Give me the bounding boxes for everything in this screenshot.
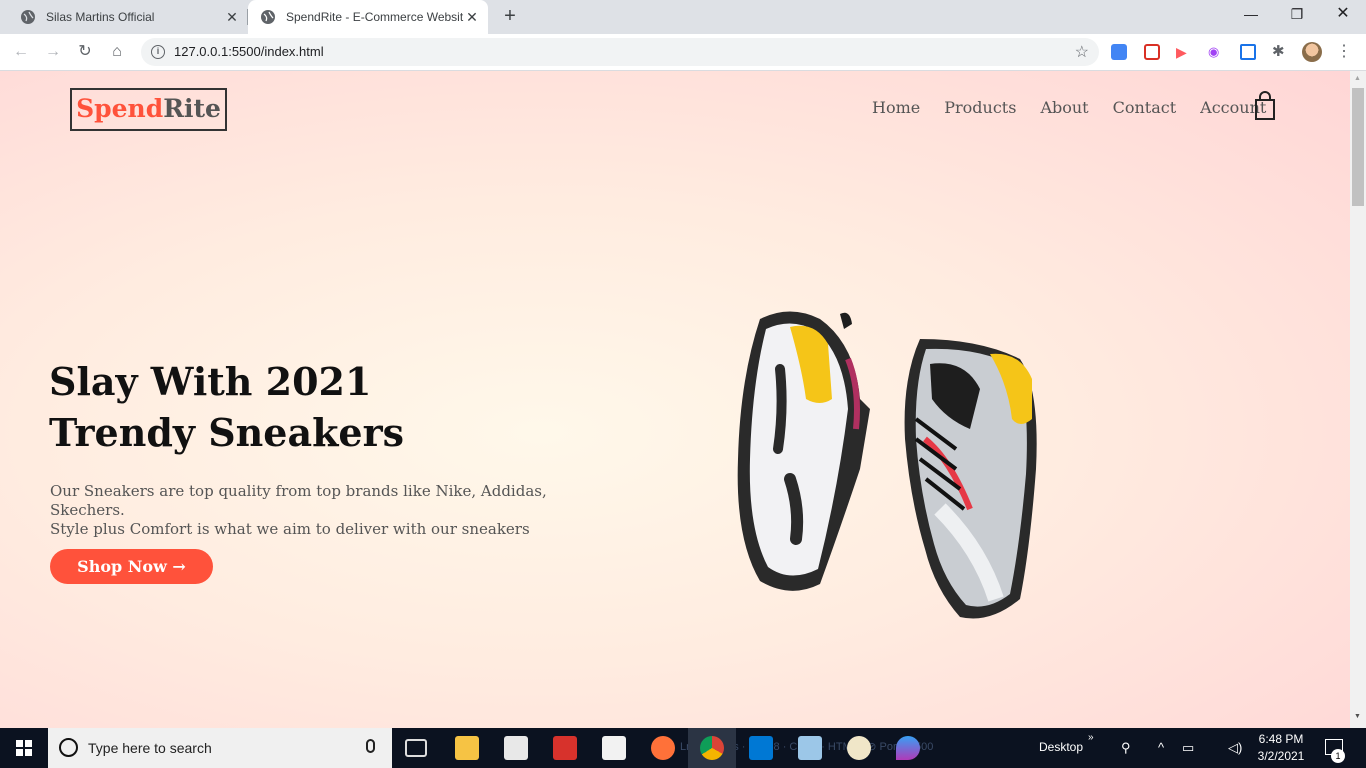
home-icon[interactable]: ⌂ [104,39,130,65]
tab-title: Silas Martins Official [46,10,155,24]
bookmark-star-icon[interactable]: ☆ [1075,42,1089,62]
translate-extension-icon[interactable] [1111,44,1127,60]
mail-icon[interactable] [602,736,626,760]
gmail-extension-icon[interactable] [1144,44,1160,60]
show-hidden-icons-icon[interactable]: ^ [1158,740,1164,755]
right-sneaker [904,339,1037,619]
hero-title-line2: Trendy Sneakers [49,410,405,455]
task-view-icon[interactable] [405,739,427,757]
site-logo[interactable]: SpendRite [70,88,227,131]
globe-icon [21,10,35,24]
tab-spendrite[interactable]: SpendRite - E-Commerce Websit ✕ [248,0,488,34]
address-bar[interactable]: i 127.0.0.1:5500/index.html ☆ [141,38,1099,66]
hero-description: Our Sneakers are top quality from top br… [50,482,610,539]
microphone-icon[interactable] [366,739,375,753]
clock-time: 6:48 PM [1258,732,1304,746]
broadcast-extension-icon[interactable]: ◉ [1208,44,1224,60]
hero-desc-line2: Style plus Comfort is what we aim to del… [50,520,530,538]
reload-icon[interactable]: ↻ [72,39,98,65]
back-arrow-icon[interactable]: ← [8,39,34,65]
main-nav: Home Products About Contact Account [872,98,1266,117]
url-text[interactable]: 127.0.0.1:5500/index.html [174,44,324,59]
scroll-thumb[interactable] [1352,88,1364,206]
desktop-toolbar-label[interactable]: Desktop [1039,740,1083,754]
people-icon[interactable]: ⚲ [1121,740,1131,756]
scroll-down-arrow-icon[interactable]: ▼ [1354,713,1361,720]
clock-date: 3/2/2021 [1257,749,1305,763]
page-viewport: SpendRite Home Products About Contact Ac… [0,71,1350,728]
restore-icon[interactable]: ❐ [1274,0,1320,30]
hero-desc-line1: Our Sneakers are top quality from top br… [50,482,547,519]
tab-strip: Silas Martins Official ✕ SpendRite - E-C… [0,0,1366,34]
nav-contact[interactable]: Contact [1113,98,1177,117]
close-icon[interactable]: ✕ [224,9,240,25]
info-icon[interactable]: i [151,45,165,59]
tab-title: SpendRite - E-Commerce Websit [286,10,464,24]
logo-text-rite: Rite [163,94,221,123]
close-icon[interactable]: ✕ [464,9,480,25]
file-explorer-icon[interactable] [455,736,479,760]
menu-dots-icon[interactable]: ⋮ [1334,42,1354,62]
search-placeholder: Type here to search [88,740,212,756]
color-drop-icon[interactable] [896,736,920,760]
chevrons-icon[interactable]: » [1088,732,1094,743]
vscode-icon[interactable] [749,736,773,760]
gift-icon[interactable] [553,736,577,760]
forward-arrow-icon[interactable]: → [40,39,66,65]
system-clock[interactable]: 6:48 PM 3/2/2021 [1250,731,1312,765]
logo-text-spend: Spend [76,94,164,123]
volume-icon[interactable]: ◁) [1228,740,1242,756]
profile-avatar[interactable] [1302,42,1322,62]
vertical-scrollbar[interactable]: ▲ ▼ [1350,71,1366,728]
sneakers-image [737,311,1037,619]
notification-badge: 1 [1331,749,1345,763]
firefox-icon[interactable] [651,736,675,760]
document-extension-icon[interactable] [1240,44,1256,60]
windows-start-icon[interactable] [0,728,48,768]
paint-palette-icon[interactable] [847,736,871,760]
taskbar-search-input[interactable]: Type here to search [48,728,392,768]
shop-now-button[interactable]: Shop Now → [50,549,213,584]
nav-home[interactable]: Home [872,98,920,117]
play-extension-icon[interactable]: ▶ [1176,44,1192,60]
windows-taskbar: Type here to search Ln · Spaces · UTF-8 … [0,728,1366,768]
hero-title: Slay With 2021 Trendy Sneakers [49,356,404,458]
globe-icon [261,10,275,24]
nav-products[interactable]: Products [944,98,1016,117]
store-icon[interactable] [504,736,528,760]
notes-icon[interactable] [798,736,822,760]
left-sneaker [737,311,870,591]
minimize-icon[interactable]: — [1228,0,1274,30]
cortana-icon [59,738,78,757]
nav-about[interactable]: About [1040,98,1088,117]
shopping-bag-icon[interactable] [1254,91,1276,121]
battery-icon[interactable]: ▭ [1182,740,1194,756]
new-tab-button[interactable]: + [498,5,522,29]
puzzle-extensions-icon[interactable]: ✱ [1272,44,1288,60]
close-window-icon[interactable]: ✕ [1320,0,1366,30]
scroll-up-arrow-icon[interactable]: ▲ [1354,75,1361,82]
tab-silas-martins[interactable]: Silas Martins Official ✕ [0,0,248,34]
hero-title-line1: Slay With 2021 [49,359,372,404]
chrome-icon[interactable] [700,736,724,760]
browser-toolbar: ← → ↻ ⌂ i 127.0.0.1:5500/index.html ☆ ▶ … [0,34,1366,71]
